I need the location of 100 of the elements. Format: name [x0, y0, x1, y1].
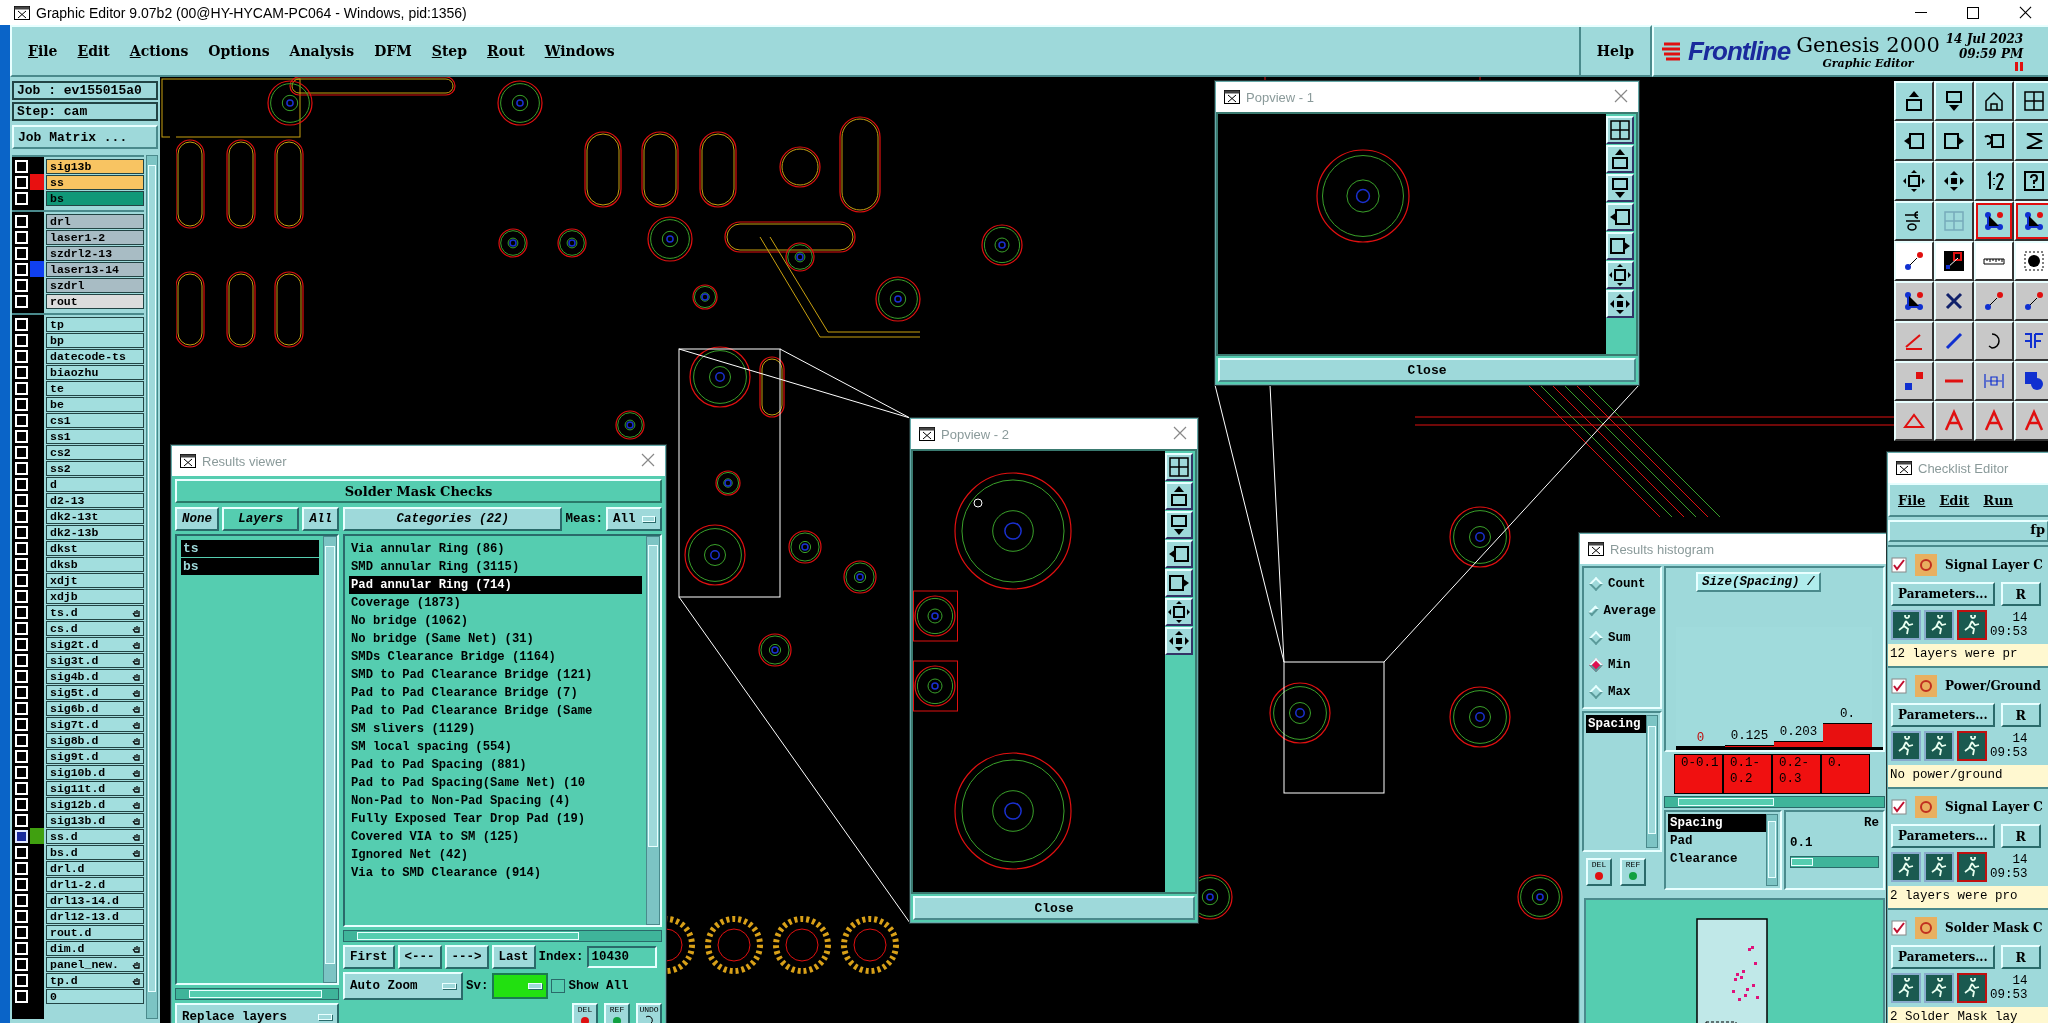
layer-name[interactable]: rout.d	[46, 924, 144, 940]
view-tool-button[interactable]	[1165, 569, 1193, 597]
layer-name[interactable]: d	[46, 476, 144, 492]
mode-radio[interactable]: Min	[1586, 651, 1658, 678]
range-slider[interactable]	[1790, 856, 1879, 868]
layer-name[interactable]: datecode-ts	[46, 348, 144, 364]
toolbar-button[interactable]	[1934, 121, 1974, 161]
category-list-item[interactable]: Pad to Pad Clearance Bridge (7)	[349, 684, 642, 702]
categories-button[interactable]: Categories (22)	[343, 507, 563, 531]
checkbox-icon[interactable]	[1891, 556, 1907, 573]
close-button[interactable]: Close	[1218, 358, 1636, 382]
close-button[interactable]	[641, 453, 657, 469]
show-all-checkbox[interactable]: Show All	[550, 979, 629, 993]
layer-name[interactable]: sig10b.d	[46, 764, 144, 780]
layer-checkbox[interactable]	[12, 332, 30, 348]
layer-checkbox[interactable]	[12, 293, 30, 309]
run-check-button[interactable]	[1891, 610, 1921, 641]
layer-name[interactable]: ss1	[46, 428, 144, 444]
run-button[interactable]: R	[2000, 945, 2041, 970]
layer-name[interactable]: 0	[46, 988, 144, 1004]
menu-item[interactable]: Step	[423, 41, 476, 61]
category-list-item[interactable]: Coverage (1873)	[349, 594, 642, 612]
toolbar-button[interactable]	[2014, 241, 2048, 281]
attribute-list-item[interactable]: Pad	[1668, 832, 1766, 850]
layer-name[interactable]: szdrl	[46, 277, 144, 293]
toolbar-button[interactable]	[1974, 201, 2014, 241]
layer-checkbox[interactable]	[12, 316, 30, 332]
category-list-item[interactable]: Ignored Net (42)	[349, 846, 642, 864]
view-tool-button[interactable]	[1165, 540, 1193, 568]
layer-name[interactable]: dim.d	[46, 940, 144, 956]
view-tool-button[interactable]	[1606, 145, 1634, 173]
toolbar-button[interactable]	[2014, 161, 2048, 201]
layer-checkbox[interactable]	[12, 245, 30, 261]
menu-item[interactable]: DFM	[366, 41, 420, 61]
attribute-list-item[interactable]: Clearance	[1668, 850, 1766, 868]
layer-checkbox[interactable]	[12, 892, 30, 908]
layer-checkbox[interactable]	[12, 988, 30, 1004]
toolbar-button[interactable]	[1934, 241, 1974, 281]
layer-checkbox[interactable]	[12, 780, 30, 796]
layer-checkbox[interactable]	[12, 476, 30, 492]
layer-name[interactable]: dk2-13t	[46, 508, 144, 524]
layer-checkbox[interactable]	[12, 812, 30, 828]
view-tool-button[interactable]	[1165, 511, 1193, 539]
run-button[interactable]: R	[2000, 582, 2041, 607]
toolbar-button[interactable]	[1934, 161, 1974, 201]
layer-name[interactable]: rout	[46, 293, 144, 309]
scrollbar[interactable]	[1664, 796, 1885, 808]
toolbar-button[interactable]	[1934, 401, 1974, 441]
menu-item[interactable]: Run	[1983, 492, 2014, 508]
layer-checkbox[interactable]	[12, 764, 30, 780]
layer-name[interactable]: sig11t.d	[46, 780, 144, 796]
toolbar-button[interactable]	[2014, 81, 2048, 121]
layer-checkbox[interactable]	[12, 652, 30, 668]
layer-checkbox[interactable]	[12, 460, 30, 476]
toolbar-button[interactable]	[1894, 241, 1934, 281]
layer-checkbox[interactable]	[12, 524, 30, 540]
category-list-item[interactable]: No bridge (1062)	[349, 612, 642, 630]
close-button[interactable]	[1173, 426, 1189, 442]
run-check-button[interactable]	[1891, 973, 1921, 1004]
close-button[interactable]: Close	[913, 896, 1195, 920]
toolbar-button[interactable]	[1974, 81, 2014, 121]
layer-name[interactable]: dksb	[46, 556, 144, 572]
layer-name[interactable]: panel_new.	[46, 956, 144, 972]
view-tool-button[interactable]	[1606, 203, 1634, 231]
layer-checkbox[interactable]	[12, 444, 30, 460]
menu-item[interactable]: Windows	[536, 41, 623, 61]
run-check-button[interactable]	[1957, 852, 1987, 883]
navigation-button[interactable]: <---	[397, 945, 442, 969]
checkbox-icon[interactable]	[1891, 677, 1907, 694]
scrollbar[interactable]	[1766, 814, 1778, 886]
layer-checkbox[interactable]	[12, 213, 30, 229]
run-check-button[interactable]	[1957, 731, 1987, 762]
layer-name[interactable]: laser13-14	[46, 261, 144, 277]
layer-checkbox[interactable]	[12, 604, 30, 620]
toolbar-button[interactable]	[1894, 281, 1934, 321]
run-button[interactable]: R	[2000, 703, 2041, 728]
toolbar-button[interactable]	[2014, 201, 2048, 241]
layer-checkbox[interactable]	[12, 924, 30, 940]
layer-name[interactable]: szdrl2-13	[46, 245, 144, 261]
layer-name[interactable]: drl12-13.d	[46, 908, 144, 924]
toolbar-button[interactable]	[1974, 281, 2014, 321]
layer-checkbox[interactable]	[12, 972, 30, 988]
layer-checkbox[interactable]	[12, 396, 30, 412]
run-check-button[interactable]	[1957, 610, 1987, 641]
layer-checkbox[interactable]	[12, 540, 30, 556]
layer-name[interactable]: ts.d	[46, 604, 144, 620]
scrollbar[interactable]	[175, 988, 339, 1000]
layer-name[interactable]: laser1-2	[46, 229, 144, 245]
layer-checkbox[interactable]	[12, 277, 30, 293]
view-tool-button[interactable]	[1165, 598, 1193, 626]
layer-checkbox[interactable]	[12, 492, 30, 508]
layer-checkbox[interactable]	[12, 412, 30, 428]
scrollbar[interactable]	[146, 155, 158, 1019]
action-button[interactable]: REF	[1620, 858, 1646, 886]
run-check-button[interactable]	[1924, 852, 1954, 883]
layer-checkbox[interactable]	[12, 556, 30, 572]
run-button[interactable]: R	[2000, 824, 2041, 849]
mode-radio[interactable]: Average	[1586, 597, 1658, 624]
layer-checkbox[interactable]	[12, 190, 30, 206]
toolbar-button[interactable]	[1934, 201, 1974, 241]
